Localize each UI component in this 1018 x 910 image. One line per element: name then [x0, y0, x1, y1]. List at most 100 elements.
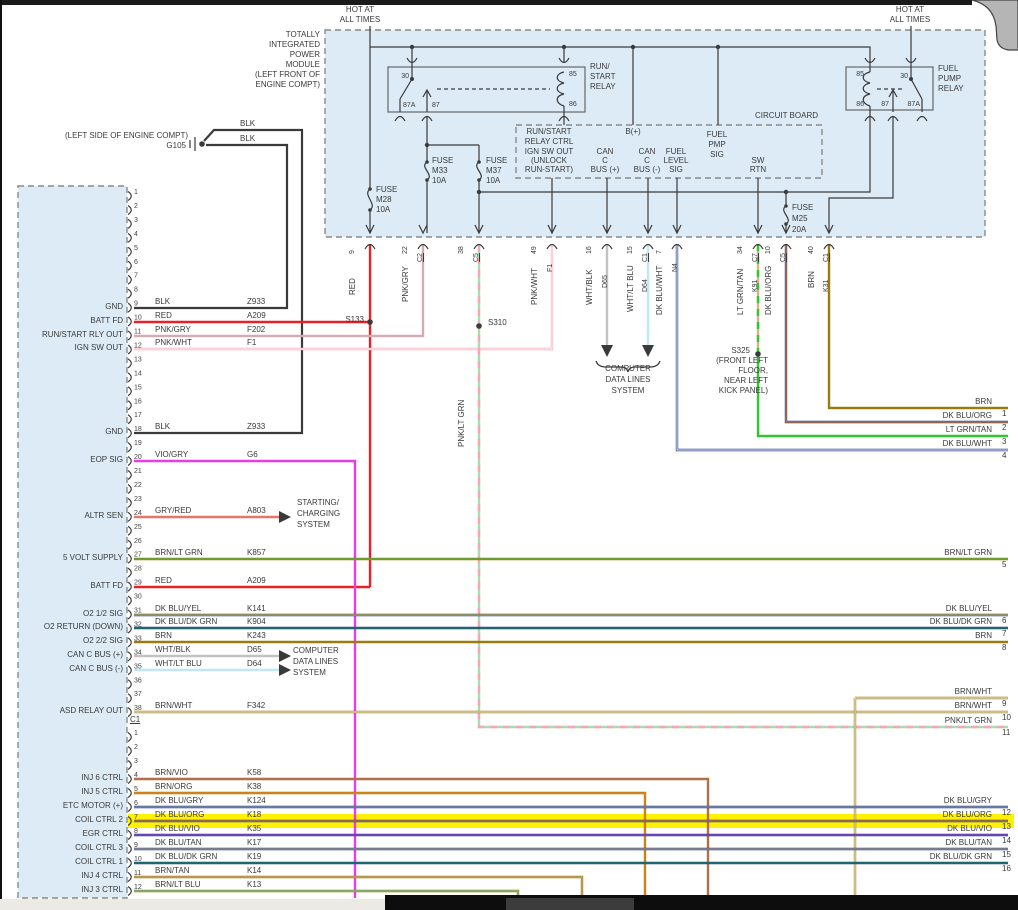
exit-16-label: DK BLU/DK GRN	[929, 852, 992, 861]
pin-clip	[127, 886, 132, 896]
exit-14-label: DK BLU/VIO	[947, 824, 992, 833]
exit-5-num: 5	[1002, 560, 1007, 569]
tipm-pin49-num: 49	[531, 246, 538, 254]
pin-clip	[127, 665, 132, 676]
pin-number: 25	[134, 524, 142, 531]
c1-r29-signal: BATT FD	[90, 581, 123, 590]
rs-pin-87a: 87A	[403, 102, 416, 109]
cb-relayctrl-2: RELAY CTRL	[524, 137, 574, 146]
tipm-pin40-name: BRN	[807, 271, 816, 288]
tipm-name-3: POWER	[289, 50, 320, 59]
cdl-sys-bottom-3: SYSTEM	[611, 386, 645, 395]
exit-4-label: DK BLU/WHT	[942, 439, 992, 448]
pin-clip	[127, 788, 132, 798]
tipm-pin22-num: 22	[402, 246, 409, 254]
rs-relay-name-2: START	[590, 72, 616, 81]
fp-pin-87a: 87A	[907, 101, 920, 108]
gnd18-wire	[134, 128, 304, 435]
c2-r8-code: K35	[247, 824, 262, 833]
c2-r9-code: K17	[247, 838, 262, 847]
c1-r31-signal: O2 1/2 SIG	[82, 609, 123, 618]
pin-clip	[127, 372, 132, 383]
pin-clip	[127, 581, 132, 592]
c1-r18-signal: GND	[105, 427, 123, 436]
tipm-pin40-conn: C1	[823, 253, 830, 262]
fp-pin-87: 87	[881, 101, 889, 108]
exit-13-label: DK BLU/ORG	[942, 810, 992, 819]
tipm-pin38-num: 38	[458, 246, 465, 254]
pin-number: 3	[134, 217, 138, 224]
pin-clip	[127, 358, 132, 369]
exit-15-num: 15	[1002, 850, 1011, 859]
tipm-pin7-code: N4	[672, 263, 679, 272]
c2-r11-color: BRN/TAN	[155, 866, 190, 875]
c2-r6-signal: ETC MOTOR (+)	[62, 801, 123, 810]
pin-number: 9	[134, 842, 138, 849]
pin-number: 16	[134, 398, 142, 405]
exit-12-num: 12	[1002, 808, 1011, 817]
fp-pin-30: 30	[900, 73, 908, 80]
tipm-name-4: MODULE	[285, 60, 320, 69]
c2-r7-signal: COIL CTRL 2	[75, 815, 123, 824]
cb-fps-2: PMP	[708, 140, 726, 149]
pin-number: 38	[134, 705, 142, 712]
pin-number: 14	[134, 370, 142, 377]
pin-clip	[127, 316, 132, 327]
pin-number: 2	[134, 744, 138, 751]
cb-swrtn-2: RTN	[749, 165, 767, 174]
pin-clip	[127, 428, 132, 439]
pin-clip	[127, 553, 132, 564]
pin-number: 23	[134, 496, 142, 503]
pin-number: 17	[134, 412, 142, 419]
tipm-pin15-num: 15	[627, 246, 634, 254]
exit-1-num: 1	[1002, 409, 1007, 418]
fuse-m37-3: 10A	[486, 176, 501, 185]
wire-pnk-lt-grn	[477, 244, 1008, 729]
c1-r11-color: PNK/GRY	[155, 325, 191, 334]
rs-relay-name-3: RELAY	[590, 82, 616, 91]
c1-r12-color: PNK/WHT	[155, 338, 192, 347]
tipm-pin22-conn: C2	[417, 253, 424, 262]
pin-number: 12	[134, 884, 142, 891]
c1-r32-signal: O2 RETURN (DOWN)	[43, 622, 123, 631]
pin-clip	[127, 497, 132, 508]
wire-red	[134, 244, 372, 589]
c1-r29-color: RED	[155, 576, 172, 585]
pin-number: 8	[134, 287, 138, 294]
exit-11-num: 11	[1002, 728, 1011, 737]
c2-r5-signal: INJ 5 CTRL	[81, 787, 123, 796]
c2-r6-code: K124	[247, 796, 266, 805]
pin-clip	[127, 288, 132, 299]
c1-r38-code: F342	[247, 701, 266, 710]
exit-2-label: DK BLU/ORG	[942, 411, 992, 420]
tipm-pin7-num: 7	[656, 250, 663, 254]
c2-r4-signal: INJ 6 CTRL	[81, 773, 123, 782]
pin-number: 3	[134, 758, 138, 765]
wire-pnk-lt-grn-dash	[477, 244, 1008, 729]
pin-clip	[127, 191, 132, 201]
g105-wire1-label: BLK	[240, 119, 256, 128]
fuse-m28-3: 10A	[376, 205, 391, 214]
pin-clip	[127, 609, 132, 620]
tipm-pin16-code: D65	[602, 275, 609, 288]
c1-r9-signal: GND	[105, 302, 123, 311]
exit-8-label: BRN	[975, 631, 992, 640]
wire-brn-org	[134, 791, 647, 896]
tipm-pin34-name: LT GRN/TAN	[736, 268, 745, 315]
rs-pin-30: 30	[401, 73, 409, 80]
wire-brn-vio-stripe	[134, 778, 709, 896]
pin-clip	[127, 386, 132, 397]
cdl-arrow-1	[279, 650, 291, 662]
fuse-m28-2: M28	[376, 195, 392, 204]
cdl-sys-left-3: SYSTEM	[293, 668, 326, 677]
wire-dk-blu-org-stripe	[785, 244, 1008, 423]
g105-wire2-label: BLK	[240, 134, 256, 143]
hot-left-2: ALL TIMES	[339, 15, 381, 24]
starting-arrow	[279, 511, 291, 523]
pin-clip	[127, 637, 132, 648]
pin-clip	[127, 302, 132, 313]
c1-r10-signal: BATT FD	[90, 316, 123, 325]
exit-1-label: BRN	[975, 397, 992, 406]
tipm-pin22-name: PNK/GRY	[401, 266, 410, 302]
c2-r7-color: DK BLU/ORG	[155, 810, 205, 819]
